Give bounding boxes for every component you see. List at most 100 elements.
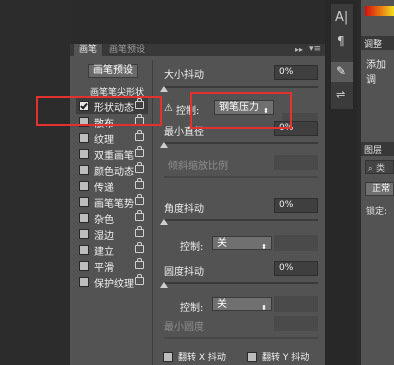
size-jitter-slider-handle[interactable] xyxy=(160,86,168,92)
lock-icon[interactable] xyxy=(135,162,144,173)
tab-brush-presets[interactable]: 画笔预设 xyxy=(104,44,150,56)
checkbox-icon[interactable] xyxy=(79,245,89,255)
checkbox-icon[interactable] xyxy=(79,197,89,207)
option-transfer[interactable]: 传递 xyxy=(76,178,148,194)
option-noise[interactable]: 杂色 xyxy=(76,210,148,226)
roundness-jitter-label: 圆度抖动 xyxy=(164,267,204,278)
size-jitter-value[interactable]: 0% xyxy=(274,65,318,80)
control-2-label: 控制: xyxy=(180,242,204,253)
roundness-jitter-slider[interactable] xyxy=(164,282,318,284)
checkbox-icon[interactable] xyxy=(79,213,89,223)
collapse-icon[interactable]: ▸▸ xyxy=(295,45,303,54)
control-2-value: 关 xyxy=(217,238,227,249)
control-3-value: 关 xyxy=(217,299,227,310)
layer-kind-label: 类 xyxy=(375,164,385,174)
tilt-scale-label: 倾斜缩放比例 xyxy=(168,161,228,172)
control-2-dropdown[interactable]: 关 ⬍ xyxy=(212,236,272,251)
add-adjustment-label: 添加调 xyxy=(366,60,386,86)
lock-icon[interactable] xyxy=(135,178,144,189)
checkbox-icon[interactable] xyxy=(79,229,89,239)
option-label: 传递 xyxy=(94,182,114,194)
lock-icon[interactable] xyxy=(135,194,144,205)
option-label: 平滑 xyxy=(94,262,114,274)
angle-jitter-slider-handle[interactable] xyxy=(160,219,168,225)
roundness-jitter-value[interactable]: 0% xyxy=(274,261,318,276)
tab-brush[interactable]: 画笔 xyxy=(74,44,103,56)
lock-icon[interactable] xyxy=(135,274,144,285)
option-label: 画笔笔势 xyxy=(94,198,134,210)
option-brush-pose[interactable]: 画笔笔势 xyxy=(76,194,148,210)
color-gradient-swatch[interactable] xyxy=(365,6,394,16)
option-label: 纹理 xyxy=(94,134,114,146)
lock-icon[interactable] xyxy=(135,146,144,157)
size-jitter-label: 大小抖动 xyxy=(164,70,204,81)
option-texture[interactable]: 纹理 xyxy=(76,130,148,146)
tab-layers[interactable]: 图层 xyxy=(364,143,382,156)
canvas-area xyxy=(0,0,70,365)
checkbox-icon[interactable] xyxy=(79,165,89,175)
min-roundness-label: 最小圆度 xyxy=(164,322,204,333)
control-3-input xyxy=(274,296,318,312)
warning-icon: ⚠ xyxy=(164,103,173,114)
option-wet-edges[interactable]: 湿边 xyxy=(76,226,148,242)
checkbox-icon[interactable] xyxy=(79,277,89,287)
checkbox-icon[interactable] xyxy=(79,261,89,271)
option-dual-brush[interactable]: 双重画笔 xyxy=(76,146,148,162)
option-label: 保护纹理 xyxy=(94,278,134,290)
flip-y-option[interactable]: 翻转 Y 抖动 xyxy=(244,350,309,363)
tool-strip: A| ¶ ✎ ⇌ xyxy=(331,4,353,109)
search-icon: ⌕ xyxy=(368,164,373,173)
brush-panel-tabbar: 画笔 画笔预设 ▸▸ ▾≡ xyxy=(70,44,325,56)
brush-presets-button[interactable]: 画笔预设 xyxy=(88,64,138,78)
clone-source-icon[interactable]: ⇌ xyxy=(336,88,345,101)
option-label: 湿边 xyxy=(94,230,114,242)
flip-x-option[interactable]: 翻转 X 抖动 xyxy=(160,350,226,363)
min-diameter-slider-handle[interactable] xyxy=(160,142,168,148)
min-roundness-value xyxy=(274,316,318,331)
min-diameter-slider[interactable] xyxy=(164,142,318,144)
checkbox-icon[interactable] xyxy=(79,181,89,191)
option-label: 杂色 xyxy=(94,214,114,226)
lock-label: 锁定: xyxy=(366,207,388,217)
highlight-control-dropdown xyxy=(190,92,292,129)
option-protect-texture[interactable]: 保护纹理 xyxy=(76,274,148,290)
size-jitter-slider[interactable] xyxy=(164,86,318,88)
angle-jitter-label: 角度抖动 xyxy=(164,204,204,215)
roundness-jitter-slider-handle[interactable] xyxy=(160,282,168,288)
lock-icon[interactable] xyxy=(135,130,144,141)
blend-mode-dropdown[interactable]: 正常 xyxy=(365,182,394,196)
lock-icon[interactable] xyxy=(135,210,144,221)
min-roundness-slider xyxy=(164,337,318,339)
option-label: 建立 xyxy=(94,246,114,258)
layer-filter-field[interactable]: ⌕ 类 xyxy=(365,160,394,174)
angle-jitter-slider[interactable] xyxy=(164,219,318,221)
lock-icon[interactable] xyxy=(135,226,144,237)
checkbox-icon[interactable] xyxy=(163,351,173,362)
tab-adjustments[interactable]: 调整 xyxy=(364,37,382,50)
option-build-up[interactable]: 建立 xyxy=(76,242,148,258)
control-3-dropdown[interactable]: 关 ⬍ xyxy=(212,297,272,312)
checkbox-icon[interactable] xyxy=(247,351,257,362)
option-smoothing[interactable]: 平滑 xyxy=(76,258,148,274)
chevron-updown-icon: ⬍ xyxy=(261,243,267,251)
option-list: 形状动态 散布 纹理 双重画笔 颜色动态 传递 画笔笔势 杂色 湿边 建立 平滑… xyxy=(76,98,148,298)
angle-jitter-value[interactable]: 0% xyxy=(274,198,318,213)
control-2-input xyxy=(274,235,318,251)
character-icon[interactable]: A| xyxy=(335,10,348,25)
checkbox-icon[interactable] xyxy=(79,149,89,159)
checkbox-icon[interactable] xyxy=(79,133,89,143)
paragraph-icon[interactable]: ¶ xyxy=(337,34,345,48)
brush-icon[interactable]: ✎ xyxy=(336,64,346,78)
tilt-scale-value xyxy=(274,155,318,170)
option-label: 颜色动态 xyxy=(94,166,134,178)
right-panels: 调整 添加调 图层 ⌕ 类 正常 锁定: xyxy=(361,0,394,365)
option-label: 双重画笔 xyxy=(94,150,134,162)
chevron-updown-icon: ⬍ xyxy=(261,304,267,312)
lock-icon[interactable] xyxy=(135,242,144,253)
lock-icon[interactable] xyxy=(135,258,144,269)
highlight-shape-dynamics xyxy=(36,96,162,126)
tilt-scale-slider xyxy=(164,176,318,178)
panel-menu-icon[interactable]: ▾≡ xyxy=(309,44,321,54)
flip-x-label: 翻转 X 抖动 xyxy=(178,353,226,363)
option-color-dynamics[interactable]: 颜色动态 xyxy=(76,162,148,178)
